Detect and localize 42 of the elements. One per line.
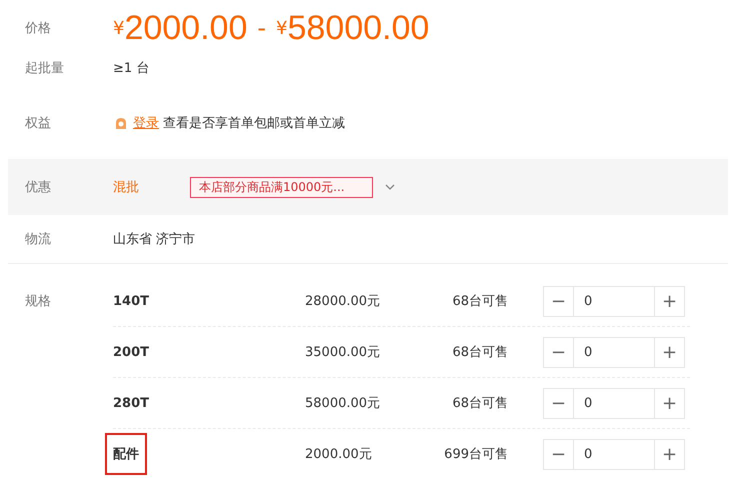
quantity-field[interactable]: 0 (574, 438, 654, 470)
decrease-button[interactable]: − (543, 438, 574, 470)
spec-price: 58000.00元 (305, 395, 382, 412)
stock-count: 68台可售 (451, 395, 508, 412)
chevron-down-icon[interactable] (385, 184, 395, 190)
increase-button[interactable]: + (654, 336, 685, 368)
price-value: 58000.00 (287, 8, 430, 48)
quantity-field[interactable]: 0 (574, 286, 654, 316)
increase-button[interactable]: + (654, 388, 685, 418)
coupon-tag[interactable]: 本店部分商品满10000元... (190, 176, 373, 198)
field-value: 山东省 济宁市 (113, 231, 196, 248)
stock-count: 68台可售 (451, 344, 508, 361)
field-label: 起批量 (25, 60, 65, 77)
spec-name: 280T (112, 394, 150, 412)
spec-name: 200T (112, 344, 150, 362)
field-label: 权益 (25, 114, 52, 132)
increase-button[interactable]: + (654, 438, 685, 470)
field-label: 价格 (25, 20, 52, 37)
decrease-button[interactable]: − (543, 336, 574, 368)
range-separator: - (257, 14, 266, 42)
increase-button[interactable]: + (654, 286, 685, 316)
decrease-button[interactable]: − (543, 388, 574, 418)
benefit-text: 查看是否享首单包邮或首单立减 (163, 114, 345, 132)
spec-name: 140T (112, 292, 150, 310)
stock-count: 699台可售 (443, 446, 508, 463)
spec-price: 2000.00元 (305, 446, 373, 463)
stock-count: 68台可售 (451, 293, 508, 310)
quantity-field[interactable]: 0 (574, 336, 654, 368)
spec-price: 35000.00元 (305, 344, 382, 361)
spec-name: 配件 (107, 435, 145, 473)
price-value: 2000.00 (124, 8, 248, 48)
currency-sign: ¥ (276, 18, 288, 38)
quantity-field[interactable]: 0 (574, 388, 654, 418)
decrease-button[interactable]: − (543, 286, 574, 316)
spec-price: 28000.00元 (305, 293, 382, 310)
currency-sign: ¥ (113, 18, 124, 38)
login-link[interactable]: 登录 (133, 114, 159, 132)
field-label: 优惠 (25, 179, 52, 196)
discount-type: 混批 (113, 179, 140, 196)
field-label: 物流 (25, 231, 52, 248)
field-value: ≥1 台 (113, 60, 150, 77)
field-label: 规格 (25, 293, 52, 311)
